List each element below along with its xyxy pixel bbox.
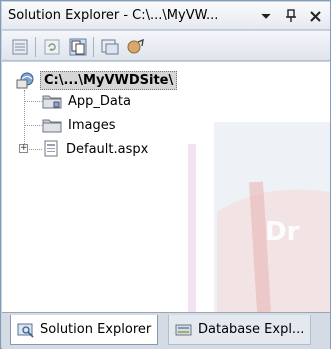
- view-designer-button[interactable]: [100, 37, 120, 57]
- tree-root-label: C:\...\MyVWDSite\: [40, 70, 178, 90]
- refresh-icon: [44, 39, 60, 55]
- solution-tree: Dr C:\...\MyVWDSite\ App_Data Images + D…: [2, 62, 330, 312]
- properties-button[interactable]: [10, 37, 30, 57]
- window-position-dropdown-button[interactable]: [256, 6, 276, 26]
- expand-toggle[interactable]: +: [19, 144, 28, 153]
- show-all-files-button[interactable]: [68, 37, 88, 57]
- close-icon: [309, 10, 321, 22]
- tree-item-label: Default.aspx: [66, 141, 149, 157]
- view-designer-icon: [101, 39, 119, 55]
- folder-icon: [42, 119, 62, 133]
- tree-root-website[interactable]: C:\...\MyVWDSite\: [16, 70, 178, 90]
- tab-solution-explorer[interactable]: Solution Explorer: [10, 315, 159, 345]
- tree-connector: [24, 101, 42, 102]
- tree-item-default-aspx[interactable]: Default.aspx: [42, 139, 148, 159]
- refresh-button[interactable]: [42, 37, 62, 57]
- tree-connector: [24, 125, 42, 126]
- properties-icon: [12, 39, 28, 55]
- database-explorer-icon: [175, 322, 193, 338]
- close-button[interactable]: [305, 6, 325, 26]
- tree-item-label: App_Data: [68, 93, 131, 109]
- svg-text:Dr: Dr: [265, 217, 300, 247]
- tab-label: Solution Explorer: [40, 322, 152, 337]
- aspx-file-icon: [44, 140, 58, 157]
- tree-item-images[interactable]: Images: [42, 115, 116, 135]
- folder-icon: [42, 95, 62, 109]
- auto-hide-button[interactable]: [281, 6, 301, 26]
- toolbar: [2, 31, 330, 61]
- tab-database-explorer[interactable]: Database Expl...: [168, 315, 312, 345]
- window-title: Solution Explorer - C:\...\MyVW...: [8, 8, 219, 23]
- tab-label: Database Expl...: [198, 322, 305, 337]
- pin-icon: [286, 9, 296, 22]
- chevron-down-icon: [261, 13, 271, 19]
- toolbar-separator: [35, 37, 36, 57]
- toolbar-separator: [93, 37, 94, 57]
- show-all-files-icon: [69, 38, 87, 56]
- tree-item-app-data[interactable]: App_Data: [42, 91, 131, 111]
- nest-related-files-icon: [127, 38, 144, 54]
- solution-explorer-pane: Solution Explorer - C:\...\MyVW... Dr C:…: [0, 0, 331, 349]
- solution-explorer-icon: [17, 322, 35, 338]
- nest-related-files-button[interactable]: [126, 37, 146, 57]
- bottom-tab-strip: Solution Explorer Database Expl...: [2, 312, 330, 349]
- website-icon: [16, 72, 34, 89]
- title-bar: Solution Explorer - C:\...\MyVW...: [2, 2, 330, 30]
- tree-item-label: Images: [68, 117, 116, 133]
- tree-connector: [29, 149, 42, 150]
